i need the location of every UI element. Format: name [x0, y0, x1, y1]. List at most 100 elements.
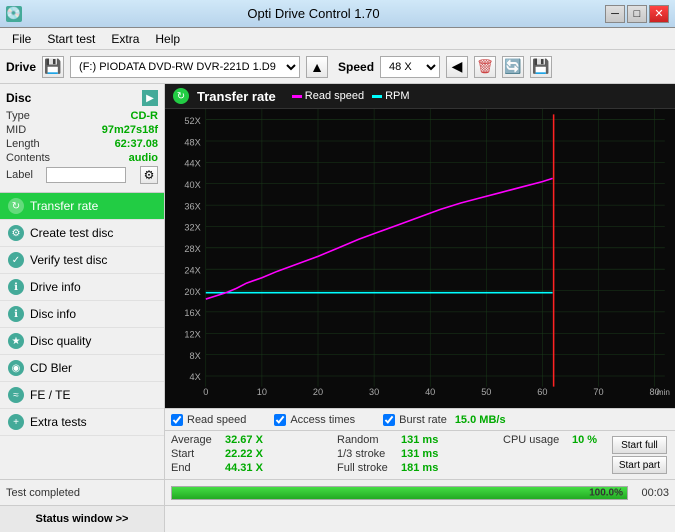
chart-title: Transfer rate: [197, 89, 276, 104]
disc-contents-label: Contents: [6, 152, 50, 164]
disc-arrow-button[interactable]: ▶: [142, 90, 158, 106]
app-title: Opti Drive Control 1.70: [22, 6, 605, 21]
svg-text:20: 20: [313, 386, 323, 397]
speed-select[interactable]: 48 X: [380, 56, 440, 78]
access-times-stat-label: Access times: [290, 414, 355, 426]
progress-bar-container: 100.0%: [171, 486, 628, 500]
disc-label-label: Label: [6, 169, 33, 181]
stats-col3-and-buttons: CPU usage 10 % Start full Start part: [503, 434, 669, 476]
stats-col3: CPU usage 10 %: [503, 434, 604, 476]
svg-text:28X: 28X: [184, 243, 201, 254]
stats-bar: Read speed Access times Burst rate 15.0 …: [165, 408, 675, 430]
nav-item-transfer-rate[interactable]: ↻ Transfer rate: [0, 193, 164, 220]
status-bar: Test completed 100.0% 00:03: [0, 479, 675, 505]
nav-label-fe-te: FE / TE: [30, 388, 70, 402]
stats-col2: Random 131 ms 1/3 stroke 131 ms Full str…: [337, 434, 503, 476]
refresh-button[interactable]: 🔄: [502, 56, 524, 78]
drive-bar: Drive 💾 (F:) PIODATA DVD-RW DVR-221D 1.D…: [0, 50, 675, 84]
read-speed-checkbox[interactable]: [171, 414, 183, 426]
stat-full-stroke-label: Full stroke: [337, 462, 397, 474]
disc-length-row: Length 62:37.08: [6, 138, 158, 150]
verify-test-disc-icon: ✓: [8, 252, 24, 268]
svg-text:70: 70: [593, 386, 603, 397]
svg-text:10: 10: [257, 386, 267, 397]
stat-average-label: Average: [171, 434, 221, 446]
legend-dot-rpm: [372, 95, 382, 98]
save-button[interactable]: 💾: [530, 56, 552, 78]
chart-container: 52X 48X 44X 40X 36X 32X 28X 24X 20X 16X …: [165, 109, 675, 408]
disc-mid-row: MID 97m27s18f: [6, 124, 158, 136]
disc-label-settings-button[interactable]: ⚙: [140, 166, 158, 184]
svg-text:50: 50: [481, 386, 491, 397]
nav-item-verify-test-disc[interactable]: ✓ Verify test disc: [0, 247, 164, 274]
close-button[interactable]: ✕: [649, 5, 669, 23]
nav-item-create-test-disc[interactable]: ⚙ Create test disc: [0, 220, 164, 247]
disc-length-label: Length: [6, 138, 40, 150]
nav-item-extra-tests[interactable]: + Extra tests: [0, 409, 164, 436]
stat-start-value: 22.22 X: [225, 448, 263, 460]
speed-arrow-button[interactable]: ◀: [446, 56, 468, 78]
disc-contents-value: audio: [129, 152, 158, 164]
main-content: Disc ▶ Type CD-R MID 97m27s18f Length 62…: [0, 84, 675, 479]
erase-button[interactable]: 🗑: [474, 56, 496, 78]
svg-text:40: 40: [425, 386, 435, 397]
stat-row-cpu: CPU usage 10 %: [503, 434, 604, 446]
minimize-button[interactable]: ─: [605, 5, 625, 23]
disc-header: Disc ▶: [6, 90, 158, 106]
nav-label-drive-info: Drive info: [30, 280, 81, 294]
nav-item-fe-te[interactable]: ≈ FE / TE: [0, 382, 164, 409]
status-text: Test completed: [6, 487, 80, 499]
stats-col1: Average 32.67 X Start 22.22 X End 44.31 …: [171, 434, 337, 476]
start-part-button[interactable]: Start part: [612, 456, 667, 474]
legend-label-rpm: RPM: [385, 90, 409, 102]
disc-panel: Disc ▶ Type CD-R MID 97m27s18f Length 62…: [0, 84, 164, 193]
status-window-button[interactable]: Status window >>: [0, 506, 165, 532]
maximize-button[interactable]: □: [627, 5, 647, 23]
menu-bar: File Start test Extra Help: [0, 28, 675, 50]
stat-random-value: 131 ms: [401, 434, 438, 446]
menu-help[interactable]: Help: [147, 30, 188, 48]
svg-text:44X: 44X: [184, 157, 201, 168]
progress-bar-fill: [172, 487, 627, 499]
legend-read-speed: Read speed: [292, 90, 364, 102]
svg-text:0: 0: [203, 386, 208, 397]
start-full-button[interactable]: Start full: [612, 436, 667, 454]
svg-text:min: min: [657, 387, 670, 397]
chart-legend: Read speed RPM: [292, 90, 410, 102]
svg-text:12X: 12X: [184, 328, 201, 339]
menu-file[interactable]: File: [4, 30, 39, 48]
stats-detail: Average 32.67 X Start 22.22 X End 44.31 …: [165, 430, 675, 479]
chart-header: ↻ Transfer rate Read speed RPM: [165, 84, 675, 109]
disc-label-input[interactable]: [46, 167, 126, 183]
menu-extra[interactable]: Extra: [103, 30, 147, 48]
burst-rate-value: 15.0 MB/s: [455, 414, 506, 426]
nav-item-disc-info[interactable]: ℹ Disc info: [0, 301, 164, 328]
drive-icon: 💾: [42, 56, 64, 78]
drive-select[interactable]: (F:) PIODATA DVD-RW DVR-221D 1.D9: [70, 56, 300, 78]
stat-row-end: End 44.31 X: [171, 462, 337, 474]
bottom-bar: Status window >>: [0, 505, 675, 531]
drive-eject-button[interactable]: ▲: [306, 56, 328, 78]
nav-item-disc-quality[interactable]: ★ Disc quality: [0, 328, 164, 355]
nav-item-cd-bler[interactable]: ◉ CD Bler: [0, 355, 164, 382]
status-left: Test completed: [0, 480, 165, 505]
svg-text:30: 30: [369, 386, 379, 397]
svg-text:36X: 36X: [184, 200, 201, 211]
start-buttons: Start full Start part: [610, 434, 669, 476]
nav-item-drive-info[interactable]: ℹ Drive info: [0, 274, 164, 301]
svg-text:16X: 16X: [184, 307, 201, 318]
stat-1-3-stroke-label: 1/3 stroke: [337, 448, 397, 460]
nav-label-verify-test-disc: Verify test disc: [30, 253, 107, 267]
disc-type-value: CD-R: [131, 110, 159, 122]
burst-rate-checkbox[interactable]: [383, 414, 395, 426]
menu-start-test[interactable]: Start test: [39, 30, 103, 48]
svg-text:60: 60: [537, 386, 547, 397]
svg-text:20X: 20X: [184, 286, 201, 297]
chart-area: ↻ Transfer rate Read speed RPM: [165, 84, 675, 479]
nav-label-disc-info: Disc info: [30, 307, 76, 321]
transfer-rate-chart: 52X 48X 44X 40X 36X 32X 28X 24X 20X 16X …: [165, 109, 675, 408]
svg-text:24X: 24X: [184, 264, 201, 275]
stat-row-average: Average 32.67 X: [171, 434, 337, 446]
nav-label-extra-tests: Extra tests: [30, 415, 87, 429]
access-times-checkbox[interactable]: [274, 414, 286, 426]
